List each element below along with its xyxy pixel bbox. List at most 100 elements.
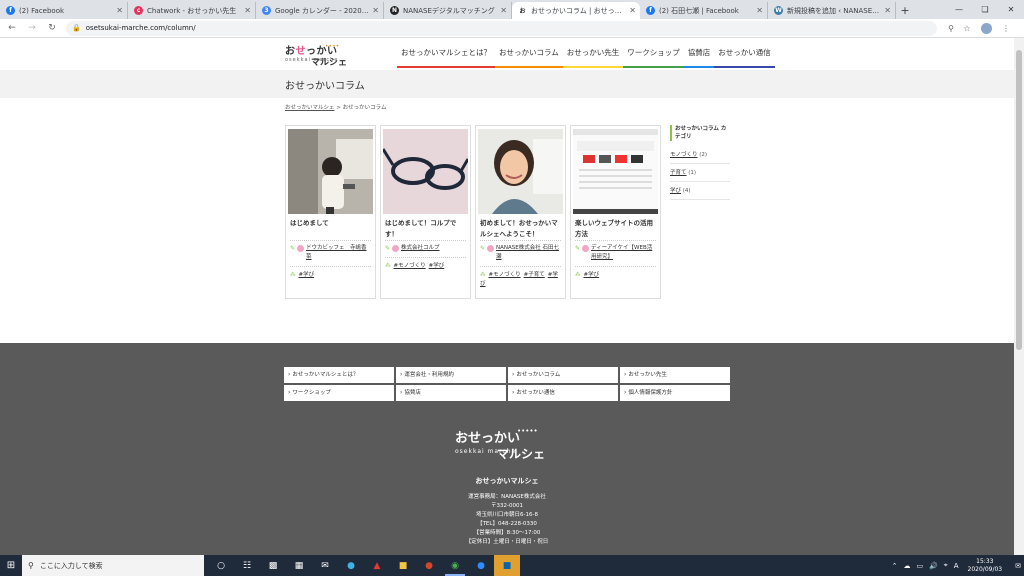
tag-link[interactable]: #学び [584, 272, 600, 278]
taskbar-search[interactable]: ⚲ ここに入力して検索 [22, 555, 204, 576]
card-title[interactable]: はじめまして！コルプです！ [381, 214, 470, 240]
author-link[interactable]: ディーアイケイ【WEB活用研究】 [591, 244, 656, 262]
browser-tab[interactable]: N NANASEデジタルマッチング ✕ [384, 2, 512, 19]
nav-link[interactable]: おせっかいコラム [495, 46, 563, 68]
cortana-icon[interactable]: ○ [208, 555, 234, 576]
new-tab-button[interactable]: + [896, 2, 914, 19]
browser-tab[interactable]: 3 Google カレンダー - 2020年 9月✕ [256, 2, 384, 19]
breadcrumb-home[interactable]: おせっかいマルシェ [285, 105, 335, 111]
card-thumbnail[interactable] [288, 129, 373, 214]
chrome-icon[interactable]: ◉ [442, 555, 468, 576]
profile-avatar[interactable] [981, 22, 992, 34]
tab-close-icon[interactable]: ✕ [629, 6, 636, 15]
column-card[interactable]: 初めまして！おせっかいマルシェへようこそ！ ✎ NANASE株式会社 石田七瀬 ⁂ #モ… [475, 125, 566, 299]
footer-link[interactable]: 協賛店 [396, 385, 506, 401]
zoom-icon[interactable]: ⚲ [943, 24, 959, 33]
card-title[interactable]: 初めまして！おせっかいマルシェへようこそ！ [476, 214, 565, 240]
nav-link[interactable]: おせっかいマルシェとは？ [397, 46, 495, 68]
browser-tab[interactable]: W 新規投稿を追加 ‹ NANASE — Wo✕ [768, 2, 896, 19]
cloud-icon[interactable]: ☁ [903, 562, 910, 570]
outlook-icon[interactable]: ■ [494, 555, 520, 576]
restore-icon[interactable]: ❏ [972, 0, 998, 19]
breadcrumb: おせっかいマルシェ > おせっかいコラム [285, 103, 386, 111]
tab-close-icon[interactable]: ✕ [500, 6, 507, 15]
footer-link[interactable]: 運営会社・利用規約 [396, 367, 506, 383]
tab-close-icon[interactable]: ✕ [756, 6, 763, 15]
network-icon[interactable]: ⌖ [944, 561, 948, 570]
column-card[interactable]: はじめまして ✎ ドウカビッフェ 寺嶋香菜 ⁂ #学び [285, 125, 376, 299]
taskbar-clock[interactable]: 15:33 2020/09/03 [968, 558, 1003, 574]
zoom-app-icon[interactable]: ● [468, 555, 494, 576]
category-link[interactable]: モノづくり [670, 152, 698, 158]
category-link[interactable]: 学び [670, 188, 681, 194]
author-link[interactable]: NANASE株式会社 石田七瀬 [496, 244, 561, 262]
tag-link[interactable]: #子育て [524, 272, 545, 278]
browser-tab[interactable]: c Chatwork - おせっかい先生 ✕ [128, 2, 256, 19]
tray-chevron-icon[interactable]: ⌃ [892, 562, 898, 570]
footer-link[interactable]: おせっかいマルシェとは？ [284, 367, 394, 383]
card-thumbnail[interactable] [478, 129, 563, 214]
tab-close-icon[interactable]: ✕ [884, 6, 891, 15]
edge-icon[interactable]: ● [338, 555, 364, 576]
tag-link[interactable]: #学び [429, 263, 445, 269]
notification-icon[interactable]: ✉ [1015, 562, 1021, 570]
minimize-icon[interactable]: — [946, 0, 972, 19]
browser-tab[interactable]: f (2) 石田七瀬 | Facebook ✕ [640, 2, 768, 19]
footer-link[interactable]: おせっかい通信 [508, 385, 618, 401]
mail-icon[interactable]: ✉ [312, 555, 338, 576]
footer-info-line: 【TEL】048-228-0330 [477, 521, 537, 527]
column-card[interactable]: はじめまして！コルプです！ ✎ 株式会社コルプ ⁂ #モノづくり #学び [380, 125, 471, 299]
lock-icon[interactable]: 🔒 [72, 24, 81, 32]
bookmark-star-icon[interactable]: ☆ [959, 24, 975, 33]
reload-icon[interactable]: ↻ [44, 20, 60, 36]
address-bar[interactable]: 🔒 osetsukai-marche.com/column/ [66, 20, 937, 36]
tag-link[interactable]: #学び [299, 272, 315, 278]
back-icon[interactable]: ← [4, 20, 20, 36]
card-thumbnail[interactable] [573, 129, 658, 214]
nav-link[interactable]: ワークショップ [623, 46, 684, 68]
category-link[interactable]: 子育て [670, 170, 687, 176]
volume-icon[interactable]: 🔊 [929, 562, 938, 570]
nav-link[interactable]: おせっかい通信 [714, 46, 775, 68]
nav-link[interactable]: おせっかい先生 [562, 46, 624, 68]
card-thumbnail[interactable] [383, 129, 468, 214]
column-card[interactable]: 楽しいウェブサイトの活用方法 ✎ ディーアイケイ【WEB活用研究】 ⁂ #学び [570, 125, 661, 299]
tab-close-icon[interactable]: ✕ [116, 6, 123, 15]
footer-link[interactable]: おせっかいコラム [508, 367, 618, 383]
store-icon[interactable]: ▦ [286, 555, 312, 576]
card-title[interactable]: はじめまして [286, 214, 375, 240]
window-controls: — ❏ ✕ [946, 0, 1024, 19]
browser-tab[interactable]: f (2) Facebook ✕ [0, 2, 128, 19]
footer-link[interactable]: おせっかい先生 [620, 367, 730, 383]
card-title[interactable]: 楽しいウェブサイトの活用方法 [571, 214, 660, 240]
site-logo[interactable]: おせっかい osekkai marche マルシェ •••• [285, 42, 349, 68]
browser-tab[interactable]: おおせっかいコラム | おせっかいマルシェ✕ [512, 2, 640, 19]
windows-start-icon[interactable]: ⊞ [0, 555, 22, 576]
tab-close-icon[interactable]: ✕ [244, 6, 251, 15]
footer-link[interactable]: 個人情報保護方針 [620, 385, 730, 401]
url-text[interactable]: osetsukai-marche.com/column/ [86, 24, 931, 32]
ime-indicator[interactable]: A [954, 562, 959, 570]
acrobat-icon[interactable]: ▲ [364, 555, 390, 576]
author-avatar [297, 245, 305, 252]
battery-icon[interactable]: ▭ [916, 562, 923, 570]
forward-icon[interactable]: → [24, 20, 40, 36]
tab-title: おせっかいコラム | おせっかいマルシェ [531, 6, 626, 15]
nav-link[interactable]: 協賛店 [683, 46, 715, 68]
tab-close-icon[interactable]: ✕ [372, 6, 379, 15]
author-link[interactable]: ドウカビッフェ 寺嶋香菜 [306, 244, 371, 262]
folder-icon[interactable]: ■ [390, 555, 416, 576]
tag-link[interactable]: #モノづくり [394, 263, 426, 269]
powerpoint-icon[interactable]: ● [416, 555, 442, 576]
tag-link[interactable]: #モノづくり [489, 272, 521, 278]
chat-app-icon[interactable]: ▩ [260, 555, 286, 576]
footer-link[interactable]: ワークショップ [284, 385, 394, 401]
page-scrollbar[interactable] [1014, 38, 1024, 555]
close-window-icon[interactable]: ✕ [998, 0, 1024, 19]
scrollbar-thumb[interactable] [1016, 50, 1022, 350]
card-tags: ⁂ #モノづくり #学び [385, 257, 466, 271]
footer-logo[interactable]: おせっかい osekkai marche マルシェ ••••• [455, 427, 565, 467]
task-view-icon[interactable]: ☷ [234, 555, 260, 576]
menu-icon[interactable]: ⋮ [998, 24, 1014, 33]
author-link[interactable]: 株式会社コルプ [401, 244, 440, 253]
